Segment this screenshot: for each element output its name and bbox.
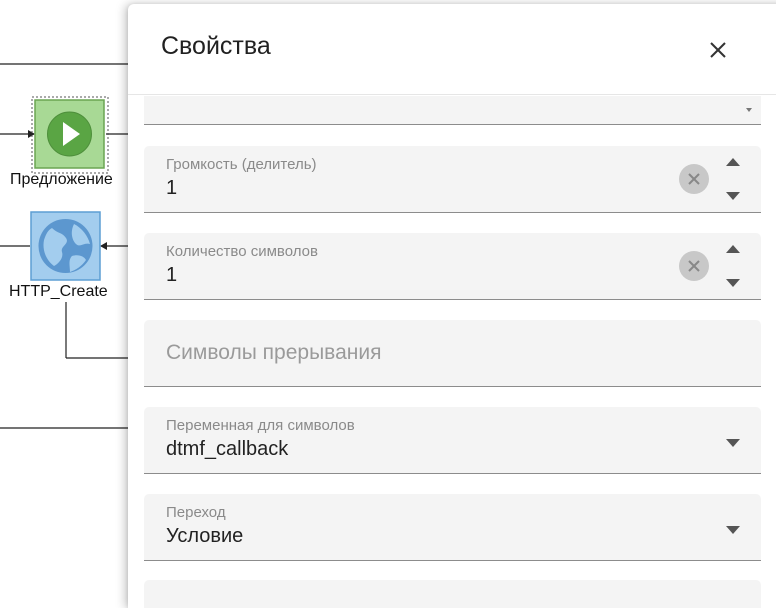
field-partial-bottom[interactable] <box>144 580 761 608</box>
close-button[interactable] <box>704 36 732 64</box>
clear-button[interactable] <box>679 251 709 281</box>
clear-icon <box>688 173 700 185</box>
decrement-button[interactable] <box>723 275 743 291</box>
symbol-count-field[interactable]: Количество символов 1 <box>144 233 761 300</box>
chevron-down-icon <box>726 439 740 447</box>
clear-button[interactable] <box>679 164 709 194</box>
symbols-variable-select[interactable]: Переменная для символов dtmf_callback <box>144 407 761 474</box>
close-icon <box>710 42 726 58</box>
dropdown-toggle[interactable] <box>724 524 742 536</box>
chevron-down-icon <box>746 108 752 112</box>
node-label-offer: Предложение <box>10 171 113 188</box>
field-label: Переменная для символов <box>166 417 355 434</box>
increment-button[interactable] <box>723 154 743 170</box>
increment-button[interactable] <box>723 241 743 257</box>
caret-down-icon <box>726 279 740 287</box>
field-value: Условие <box>166 525 244 547</box>
dropdown-toggle[interactable] <box>724 437 742 449</box>
chevron-down-icon <box>726 526 740 534</box>
caret-up-icon <box>726 158 740 166</box>
properties-panel: Свойства Громкость (делитель) 1 Количест… <box>128 4 776 608</box>
field-placeholder: Символы прерывания <box>166 341 382 364</box>
interrupt-symbols-field[interactable]: Символы прерывания <box>144 320 761 387</box>
volume-divider-field[interactable]: Громкость (делитель) 1 <box>144 146 761 213</box>
field-value: dtmf_callback <box>166 438 289 460</box>
decrement-button[interactable] <box>723 188 743 204</box>
panel-title: Свойства <box>161 32 271 60</box>
caret-down-icon <box>726 192 740 200</box>
node-http[interactable] <box>30 211 101 281</box>
globe-icon <box>38 219 93 273</box>
field-partial-top[interactable] <box>144 96 761 125</box>
caret-up-icon <box>726 245 740 253</box>
panel-header: Свойства <box>128 4 776 95</box>
node-label-http: HTTP_Create <box>9 283 108 300</box>
node-play[interactable] <box>34 99 105 169</box>
arrow-head <box>100 242 107 250</box>
field-label: Количество символов <box>166 243 318 260</box>
field-value[interactable]: 1 <box>166 177 177 200</box>
field-value[interactable]: 1 <box>166 264 177 287</box>
play-icon <box>47 111 92 157</box>
clear-icon <box>688 260 700 272</box>
field-label: Громкость (делитель) <box>166 156 317 173</box>
field-label: Переход <box>166 504 226 521</box>
transition-select[interactable]: Переход Условие <box>144 494 761 561</box>
